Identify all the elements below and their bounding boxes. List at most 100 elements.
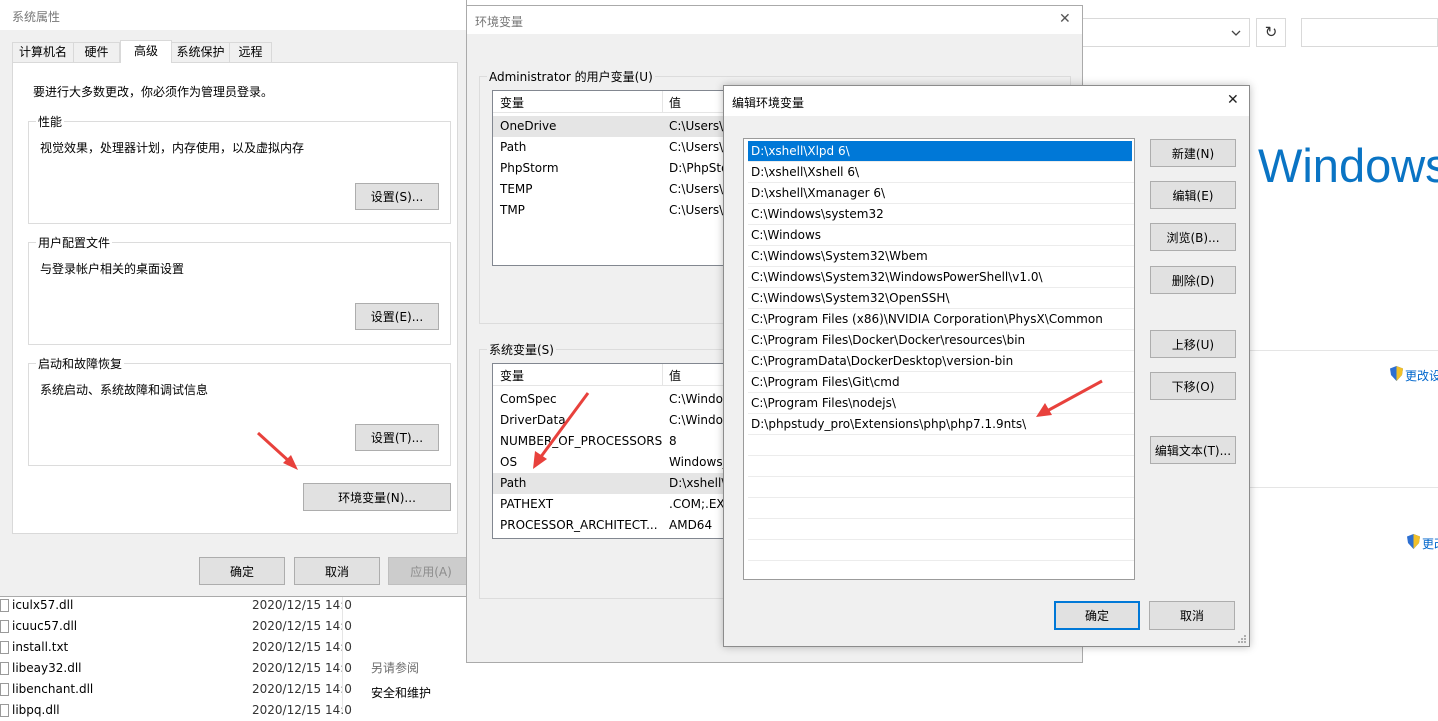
annotation-arrow-new-entry [1036, 379, 1103, 417]
delete-button[interactable]: 删除(D) [1150, 266, 1236, 294]
sysprops-cancel-button[interactable]: 取消 [294, 557, 380, 585]
tab-computer-name[interactable]: 计算机名 [12, 42, 74, 62]
security-maintenance-link[interactable]: 安全和维护 [371, 684, 431, 701]
file-icon [0, 620, 9, 633]
shield-icon [1390, 366, 1403, 381]
file-icon [0, 662, 9, 675]
see-also-label: 另请参阅 [371, 661, 420, 675]
startup-recovery-group: 启动和故障恢复 系统启动、系统故障和调试信息 设置(T)... [28, 355, 451, 466]
list-header: 变量 值 [493, 364, 731, 386]
sysprops-apply-button[interactable]: 应用(A) [388, 557, 474, 585]
address-bar[interactable] [1080, 18, 1250, 47]
column-header-value[interactable]: 值 [669, 367, 681, 384]
user-profiles-group: 用户配置文件 与登录帐户相关的桌面设置 设置(E)... [28, 234, 451, 345]
move-down-button[interactable]: 下移(O) [1150, 372, 1236, 400]
dialog-titlebar[interactable]: 系统属性 [0, 0, 466, 30]
list-item[interactable]: D:\xshell\Xmanager 6\ [748, 183, 1134, 204]
table-row[interactable]: TMP C:\Users\A [493, 200, 731, 221]
close-icon[interactable]: ✕ [1059, 11, 1071, 27]
edit-environment-variable-dialog: 编辑环境变量 ✕ D:\xshell\Xlpd 6\ D:\xshell\Xsh… [723, 85, 1250, 647]
performance-desc: 视觉效果，处理器计划，内存使用，以及虚拟内存 [40, 141, 305, 155]
move-up-button[interactable]: 上移(U) [1150, 330, 1236, 358]
shield-icon [1407, 534, 1420, 549]
list-item[interactable]: icuuc57.dll 2020/12/15 14:0 [0, 616, 352, 637]
table-row[interactable]: PhpStorm D:\PhpSto [493, 158, 731, 179]
column-header-variable[interactable]: 变量 [500, 94, 524, 111]
dialog-titlebar[interactable]: 环境变量 ✕ [467, 6, 1082, 34]
performance-group: 性能 视觉效果，处理器计划，内存使用，以及虚拟内存 设置(S)... [28, 113, 451, 224]
list-item[interactable]: C:\Windows\system32 [748, 204, 1134, 225]
file-list: iculx57.dll 2020/12/15 14:0 icuuc57.dll 20… [0, 595, 352, 717]
list-item[interactable]: C:\Windows\System32\WindowsPowerShell\v1… [748, 267, 1134, 288]
startup-recovery-desc: 系统启动、系统故障和调试信息 [40, 383, 209, 397]
annotation-arrow-env-button [256, 431, 298, 470]
empty-row[interactable] [748, 519, 1134, 540]
list-item[interactable]: C:\ProgramData\DockerDesktop\version-bin [748, 351, 1134, 372]
tab-page-advanced: 要进行大多数更改，你必须作为管理员登录。 性能 视觉效果，处理器计划，内存使用，… [12, 62, 458, 534]
new-button[interactable]: 新建(N) [1150, 139, 1236, 167]
file-icon [0, 683, 9, 696]
empty-row[interactable] [748, 540, 1134, 561]
close-icon[interactable]: ✕ [1227, 92, 1239, 108]
admin-note: 要进行大多数更改，你必须作为管理员登录。 [33, 85, 274, 99]
table-row[interactable]: PROCESSOR_ARCHITECT... AMD64 [493, 515, 731, 536]
sysprops-ok-button[interactable]: 确定 [199, 557, 285, 585]
tab-system-protection[interactable]: 系统保护 [172, 42, 230, 62]
list-item[interactable]: C:\Windows\System32\Wbem [748, 246, 1134, 267]
user-profiles-settings-button[interactable]: 设置(E)... [355, 303, 439, 330]
tab-remote[interactable]: 远程 [230, 42, 272, 62]
environment-variables-button[interactable]: 环境变量(N)... [303, 483, 451, 511]
edit-text-button[interactable]: 编辑文本(T)... [1150, 436, 1236, 464]
tab-hardware[interactable]: 硬件 [74, 42, 120, 62]
empty-row[interactable] [748, 456, 1134, 477]
file-icon [0, 641, 9, 654]
path-entries-list[interactable]: D:\xshell\Xlpd 6\ D:\xshell\Xshell 6\ D:… [743, 138, 1135, 580]
list-item[interactable]: install.txt 2020/12/15 14:0 [0, 637, 352, 658]
startup-settings-button[interactable]: 设置(T)... [355, 424, 439, 451]
list-item[interactable]: C:\Program Files\Docker\Docker\resources… [748, 330, 1134, 351]
user-variables-list[interactable]: 变量 值 OneDrive C:\Users\A Path C:\Users\A P… [492, 90, 732, 266]
column-header-value[interactable]: 值 [669, 94, 681, 111]
resize-grip-icon[interactable] [1237, 634, 1247, 644]
list-item[interactable]: libenchant.dll 2020/12/15 14:0 [0, 679, 352, 700]
edit-cancel-button[interactable]: 取消 [1149, 601, 1235, 630]
list-header: 变量 值 [493, 91, 731, 113]
refresh-button[interactable]: ↻ [1256, 18, 1286, 47]
annotation-arrow-path-row [533, 392, 590, 469]
user-profiles-title: 用户配置文件 [36, 234, 113, 251]
dialog-titlebar[interactable]: 编辑环境变量 ✕ [724, 86, 1249, 116]
empty-row[interactable] [748, 498, 1134, 519]
tab-bar: 计算机名 硬件 高级 系统保护 远程 [12, 40, 452, 63]
system-variables-title: 系统变量(S) [487, 341, 556, 358]
list-item[interactable]: iculx57.dll 2020/12/15 14:0 [0, 595, 352, 616]
list-item[interactable]: C:\Program Files (x86)\NVIDIA Corporatio… [748, 309, 1134, 330]
empty-row[interactable] [748, 435, 1134, 456]
list-item[interactable]: D:\xshell\Xlpd 6\ [748, 141, 1132, 162]
browse-button[interactable]: 浏览(B)... [1150, 223, 1236, 251]
chevron-down-icon[interactable] [1231, 29, 1241, 37]
edit-ok-button[interactable]: 确定 [1054, 601, 1140, 630]
windows-logo-text: Windows [1258, 139, 1438, 192]
table-row[interactable]: Path D:\xshell\ [493, 473, 731, 494]
dialog-title: 系统属性 [12, 10, 61, 24]
list-item[interactable]: D:\xshell\Xshell 6\ [748, 162, 1134, 183]
empty-row[interactable] [748, 477, 1134, 498]
dialog-title: 编辑环境变量 [732, 96, 805, 110]
table-row[interactable]: Path C:\Users\A [493, 137, 731, 158]
list-item[interactable]: libeay32.dll 2020/12/15 14:0 [0, 658, 352, 679]
list-item[interactable]: C:\Windows\System32\OpenSSH\ [748, 288, 1134, 309]
table-row[interactable]: TEMP C:\Users\A [493, 179, 731, 200]
list-item[interactable]: C:\Windows [748, 225, 1134, 246]
user-variables-title: Administrator 的用户变量(U) [487, 68, 655, 85]
refresh-icon: ↻ [1264, 23, 1278, 41]
edit-button[interactable]: 编辑(E) [1150, 181, 1236, 209]
tab-advanced[interactable]: 高级 [120, 40, 172, 63]
performance-settings-button[interactable]: 设置(S)... [355, 183, 439, 210]
search-input[interactable] [1301, 18, 1438, 47]
column-separator [662, 364, 663, 386]
table-row[interactable]: OneDrive C:\Users\A [493, 116, 731, 137]
table-row[interactable]: PATHEXT .COM;.EX [493, 494, 731, 515]
user-profiles-desc: 与登录帐户相关的桌面设置 [40, 262, 185, 276]
column-header-variable[interactable]: 变量 [500, 367, 524, 384]
dialog-title: 环境变量 [475, 15, 524, 29]
